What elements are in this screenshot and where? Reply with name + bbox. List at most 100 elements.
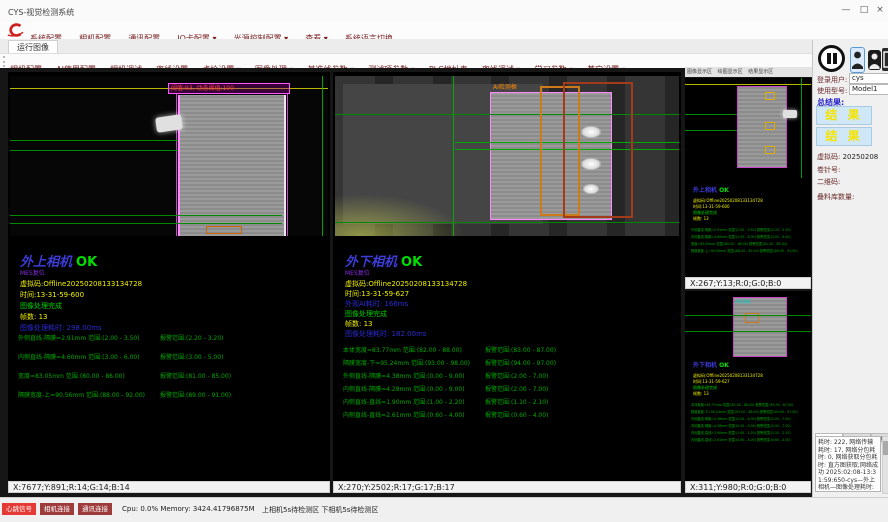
- center-virtual-code: 虚拟码:Offline20250208133134728: [345, 279, 467, 289]
- measure-item: 内侧直线-直线=1.90mm 范围:(1.00 - 2.20): [343, 399, 465, 406]
- thumb-measure-row: 内侧直线-隔膜=4.60mm 范围:(3.00 - 6.00) 报警范围:(3.…: [691, 235, 791, 240]
- thumb-line: 时间:13-31-59-600: [693, 204, 730, 209]
- measure-item: 宽度=83.05mm 范围:(80.00 - 86.00): [691, 242, 748, 246]
- measure-line: [685, 331, 811, 332]
- measure-item: 宽度=83.05mm 范围:(80.00 - 86.00): [18, 373, 125, 380]
- measure-item: 内侧直线-直线=2.61mm 范围:(0.60 - 4.00): [343, 412, 465, 419]
- stock-count-label: 叠料库数量:: [817, 192, 854, 202]
- left-camera-panel[interactable]: 阈值:93, 动态阈值:100 外上相机OK MES复位 虚拟码:Offline…: [8, 72, 330, 481]
- thumb-line: 图像处理完成: [693, 385, 717, 390]
- left-pixel-coordinates: X:7677;Y:891;R:14;G:14;B:14: [8, 481, 330, 493]
- measure-alarm: 报警范围:(94.00 - 97.00): [485, 358, 556, 367]
- measure-alarm: 报警范围:(83.00 - 87.00): [485, 345, 556, 354]
- scrollbar-thumb[interactable]: [883, 441, 888, 455]
- measure-alarm: 报警范围:(0.60 - 4.00): [485, 410, 548, 419]
- thumb-ok: OK: [719, 187, 729, 194]
- glare-spot: [581, 126, 601, 138]
- left-mes-note: MES复位: [20, 268, 45, 277]
- measure-item: 外侧直线-隔膜=2.91mm 范围:(2.00 - 3.50): [691, 228, 756, 232]
- measure-line: [10, 215, 282, 216]
- center-measure-row: 内侧直线-直线=2.61mm 范围:(0.60 - 4.00)报警范围:(0.6…: [343, 410, 465, 419]
- roi-box: [765, 146, 775, 154]
- thumb-bottom-panel[interactable]: AI检测框 外下相机 OK 虚拟码:Offline202502081331347…: [685, 291, 811, 481]
- thumb-camera-name: 外下相机: [693, 362, 717, 369]
- center-ai-elapsed: 外观AI耗时: 166ms: [345, 299, 408, 309]
- left-camera-image[interactable]: 阈值:93, 动态阈值:100: [10, 76, 328, 236]
- qrcode-label: 二维码:: [817, 177, 840, 187]
- measure-alarm: 报警范围:(89.00 - 91.00): [760, 249, 798, 253]
- pause-button[interactable]: [818, 45, 845, 72]
- exit-button[interactable]: [882, 48, 888, 71]
- close-button[interactable]: ×: [872, 3, 888, 18]
- thumb-tab-image[interactable]: 图像显示区: [687, 69, 712, 75]
- center-measure-row: 隔膜宽度-下=95.24mm 范围:(93.00 - 98.00)报警范围:(9…: [343, 358, 470, 367]
- thumb-line: 图像处理完成: [693, 210, 717, 215]
- heartbeat-status-badge: 心跳信号: [2, 503, 36, 515]
- thumb-measure-row: 外侧直线-隔膜=2.91mm 范围:(2.00 - 3.50) 报警范围:(2.…: [691, 228, 791, 233]
- center-camera-panel[interactable]: AI检测框 外下相机OK MES复位 虚拟码:Offline2025020813…: [333, 72, 681, 481]
- app-window: CYS-视觉检测系统 — □ × 系统配置 相机配置 通讯配置 IO卡配置 ▾ …: [0, 0, 888, 522]
- login-user-value[interactable]: cys: [849, 73, 888, 84]
- thumb-tab-result[interactable]: 结果显示区: [748, 69, 773, 75]
- center-pixel-coordinates: X:270;Y:2502;R:17;G:17;B:17: [333, 481, 681, 493]
- measure-item: 本体宽度=83.77mm 范围:(82.00 - 88.00): [343, 347, 462, 354]
- model-value[interactable]: Model1: [849, 84, 888, 95]
- result-box-1: 结 果: [816, 106, 872, 125]
- thumb-measure-row: 外侧直线-隔膜=4.38mm 范围:(0.00 - 9.00) 报警范围:(2.…: [691, 417, 791, 422]
- measure-alarm: 报警范围:(1.10 - 2.10): [757, 431, 791, 435]
- center-measure-row: 内侧直线-隔膜=4.28mm 范围:(0.00 - 9.00)报警范围:(2.0…: [343, 384, 465, 393]
- center-camera-image[interactable]: AI检测框: [335, 76, 679, 236]
- ai-detect-label: AI检测框: [493, 82, 517, 91]
- left-time: 时间:13-31-59-600: [20, 290, 84, 300]
- thumb-camera-title: 外上相机 OK: [693, 188, 729, 193]
- roi-box: [765, 122, 775, 130]
- window-title: CYS-视觉检测系统: [8, 7, 74, 18]
- right-control-panel: 登录用户: cys 使用型号: Model1 总结果: 结 果 结 果 虚拟码:…: [812, 40, 888, 497]
- measure-alarm: 报警范围:(3.00 - 5.00): [160, 352, 223, 361]
- login-user-label: 登录用户:: [817, 75, 847, 85]
- log-text-area[interactable]: 耗时: 222, 网络传输耗时: 17, 网络分包耗时: 0, 网络获取分包耗时…: [815, 436, 881, 492]
- measure-alarm: 报警范围:(1.10 - 2.10): [485, 397, 548, 406]
- measure-item: 内侧直线-直线=2.61mm 范围:(0.60 - 4.00): [691, 438, 756, 442]
- connector-tab: [783, 110, 797, 118]
- center-mes-note: MES复位: [345, 268, 370, 277]
- thumb-measure-row: 内侧直线-直线=2.61mm 范围:(0.60 - 4.00) 报警范围:(0.…: [691, 438, 791, 443]
- thumb-top-panel[interactable]: 外上相机 OK 虚拟码:Offline20250208133134728 时间:…: [685, 78, 811, 277]
- measure-alarm: 报警范围:(2.20 - 3.20): [757, 228, 791, 232]
- thumb-measure-row: 内侧直线-直线=1.90mm 范围:(1.00 - 2.20) 报警范围:(1.…: [691, 431, 791, 436]
- roi-label: [206, 226, 242, 234]
- tab-strip: 运行图像: [0, 39, 888, 53]
- measure-line: [10, 150, 178, 151]
- minimize-button[interactable]: —: [838, 3, 854, 18]
- measure-alarm: 报警范围:(2.00 - 7.00): [757, 424, 791, 428]
- center-measure-row: 本体宽度=83.77mm 范围:(82.00 - 88.00)报警范围:(83.…: [343, 345, 462, 354]
- measure-alarm: 报警范围:(83.00 - 87.00): [755, 403, 793, 407]
- thumb-camera-name: 外上相机: [693, 187, 717, 194]
- thumb-tab-draw[interactable]: 绘图显示区: [718, 69, 743, 75]
- measure-item: 内侧直线-隔膜=4.28mm 范围:(0.00 - 9.00): [691, 424, 756, 428]
- pause-icon: [833, 53, 837, 64]
- user-switch-button[interactable]: [868, 50, 881, 70]
- user-login-button[interactable]: [850, 47, 865, 73]
- measure-alarm: 报警范围:(81.00 - 85.00): [749, 242, 787, 246]
- overlay-yellow-line: [685, 84, 811, 85]
- measure-line: [685, 114, 737, 115]
- log-scrollbar[interactable]: [882, 436, 888, 494]
- measure-item: 隔膜宽度-下=95.24mm 范围:(93.00 - 98.00): [343, 360, 470, 367]
- measure-item: 本体宽度=83.77mm 范围:(82.00 - 88.00): [691, 403, 754, 407]
- center-process-elapsed: 图像处理耗时: 182.00ms: [345, 329, 427, 339]
- virtual-code-label-text: 虚拟码:: [817, 153, 840, 161]
- maximize-button[interactable]: □: [856, 3, 872, 18]
- thumb-workpiece: [737, 86, 787, 168]
- measure-alarm: 报警范围:(2.20 - 3.20): [160, 333, 223, 342]
- measure-alarm: 报警范围:(89.00 - 91.00): [160, 390, 231, 399]
- toolbar-grip[interactable]: [3, 56, 8, 67]
- result-box-2: 结 果: [816, 127, 872, 146]
- threshold-overlay-label: 阈值:93, 动态阈值:100: [168, 83, 290, 94]
- measure-item: 外侧直线-隔膜=2.91mm 范围:(2.00 - 3.50): [18, 335, 140, 342]
- thumb-line: 帧数: 13: [693, 216, 709, 221]
- measure-item: 外侧直线-隔膜=4.38mm 范围:(0.00 - 9.00): [691, 417, 756, 421]
- thumb-bottom-coordinates: X:311;Y:980;R:0;G:0;B:0: [685, 481, 811, 493]
- thumb-line: 帧数: 13: [693, 391, 709, 396]
- measure-item: 内侧直线-隔膜=4.60mm 范围:(3.00 - 6.00): [691, 235, 756, 239]
